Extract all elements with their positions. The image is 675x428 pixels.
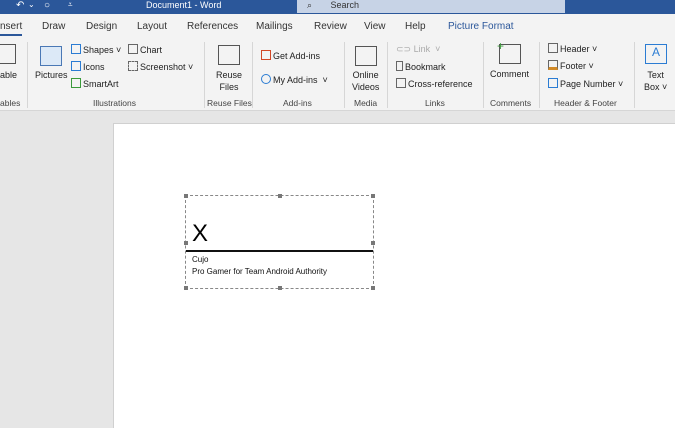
group-media: Media bbox=[354, 98, 378, 108]
footer-button[interactable]: Footer ˅ bbox=[548, 60, 594, 71]
bookmark-button[interactable]: Bookmark bbox=[396, 61, 446, 72]
icons-button[interactable]: Icons bbox=[71, 61, 105, 72]
signature-rule bbox=[186, 250, 373, 252]
tab-review[interactable]: Review bbox=[314, 21, 347, 32]
my-addins-button[interactable]: My Add-ins ˅ bbox=[261, 74, 328, 85]
signature-x: X bbox=[192, 220, 209, 247]
group-addins: Add-ins bbox=[283, 98, 312, 108]
undo-dropdown-icon[interactable]: ⌄ bbox=[28, 0, 35, 9]
page-number-icon bbox=[548, 78, 558, 88]
group-comments: Comments bbox=[490, 98, 532, 108]
undo-icon[interactable]: ↶ bbox=[16, 0, 24, 11]
tab-mailings[interactable]: Mailings bbox=[256, 21, 293, 32]
tab-insert[interactable]: nsert bbox=[0, 21, 23, 36]
screenshot-icon bbox=[128, 61, 138, 71]
search-placeholder: Search bbox=[330, 0, 360, 10]
redo-icon[interactable]: ○ bbox=[44, 0, 50, 11]
addins-icon bbox=[261, 74, 271, 84]
smartart-button[interactable]: SmartArt bbox=[71, 78, 119, 89]
header-button[interactable]: Header ˅ bbox=[548, 43, 597, 54]
cross-reference-button[interactable]: Cross-reference bbox=[396, 78, 473, 89]
search-box[interactable]: ⌕ Search bbox=[297, 0, 565, 13]
resize-handle[interactable] bbox=[184, 241, 188, 245]
link-button[interactable]: ⊂⊃ Link ˅ bbox=[396, 44, 440, 55]
group-tables: ables bbox=[0, 98, 21, 108]
tab-view[interactable]: View bbox=[364, 21, 386, 32]
table-button[interactable]: able bbox=[0, 70, 17, 80]
title-bar: ↶ ⌄ ○ ⩡ Document1 - Word ⌕ Search bbox=[0, 0, 675, 14]
get-addins-button[interactable]: Get Add-ins bbox=[261, 50, 320, 61]
signer-name: Cujo bbox=[192, 255, 209, 264]
resize-handle[interactable] bbox=[184, 194, 188, 198]
tab-picture-format[interactable]: Picture Format bbox=[448, 21, 514, 32]
tab-help[interactable]: Help bbox=[405, 21, 426, 32]
resize-handle[interactable] bbox=[371, 241, 375, 245]
shapes-button[interactable]: Shapes ˅ bbox=[71, 44, 121, 55]
bookmark-icon bbox=[396, 61, 403, 71]
reuse-files-icon bbox=[218, 45, 240, 65]
page-number-button[interactable]: Page Number ˅ bbox=[548, 78, 623, 89]
icons-icon bbox=[71, 61, 81, 71]
store-icon bbox=[261, 50, 271, 60]
header-icon bbox=[548, 43, 558, 53]
tab-design[interactable]: Design bbox=[86, 21, 117, 32]
resize-handle[interactable] bbox=[278, 286, 282, 290]
tab-draw[interactable]: Draw bbox=[42, 21, 65, 32]
shapes-icon bbox=[71, 44, 81, 54]
signature-line[interactable]: X Cujo Pro Gamer for Team Android Author… bbox=[184, 194, 375, 290]
group-links: Links bbox=[425, 98, 445, 108]
tab-layout[interactable]: Layout bbox=[137, 21, 167, 32]
smartart-icon bbox=[71, 78, 81, 88]
comment-icon: + bbox=[497, 39, 521, 64]
resize-handle[interactable] bbox=[278, 194, 282, 198]
pictures-icon bbox=[40, 46, 62, 66]
text-box-button[interactable]: Text Box ˅ bbox=[644, 69, 667, 93]
resize-handle[interactable] bbox=[371, 286, 375, 290]
tab-references[interactable]: References bbox=[187, 21, 238, 32]
text-box-icon: A bbox=[645, 44, 667, 64]
window-title: Document1 - Word bbox=[146, 0, 222, 10]
ribbon-tabs: nsert Draw Design Layout References Mail… bbox=[0, 14, 675, 38]
reuse-files-button[interactable]: Reuse Files bbox=[216, 69, 242, 93]
online-video-icon bbox=[355, 46, 377, 66]
cross-reference-icon bbox=[396, 78, 406, 88]
online-videos-button[interactable]: Online Videos bbox=[352, 69, 379, 93]
ribbon: able ables Pictures Shapes ˅ Icons Smart… bbox=[0, 38, 675, 111]
group-header-footer: Header & Footer bbox=[554, 98, 617, 108]
signer-title: Pro Gamer for Team Android Authority bbox=[192, 267, 328, 276]
resize-handle[interactable] bbox=[184, 286, 188, 290]
pictures-button[interactable]: Pictures bbox=[35, 70, 68, 80]
chart-button[interactable]: Chart bbox=[128, 44, 162, 55]
screenshot-button[interactable]: Screenshot ˅ bbox=[128, 61, 193, 72]
chart-icon bbox=[128, 44, 138, 54]
resize-handle[interactable] bbox=[371, 194, 375, 198]
comment-button[interactable]: Comment bbox=[490, 69, 529, 79]
link-icon: ⊂⊃ bbox=[396, 44, 414, 54]
table-icon bbox=[0, 44, 16, 64]
search-icon: ⌕ bbox=[307, 0, 315, 10]
footer-icon bbox=[548, 60, 558, 70]
customize-toolbar-icon[interactable]: ⩡ bbox=[68, 0, 73, 10]
group-illustrations: Illustrations bbox=[93, 98, 136, 108]
group-reuse-files: Reuse Files bbox=[207, 98, 252, 108]
